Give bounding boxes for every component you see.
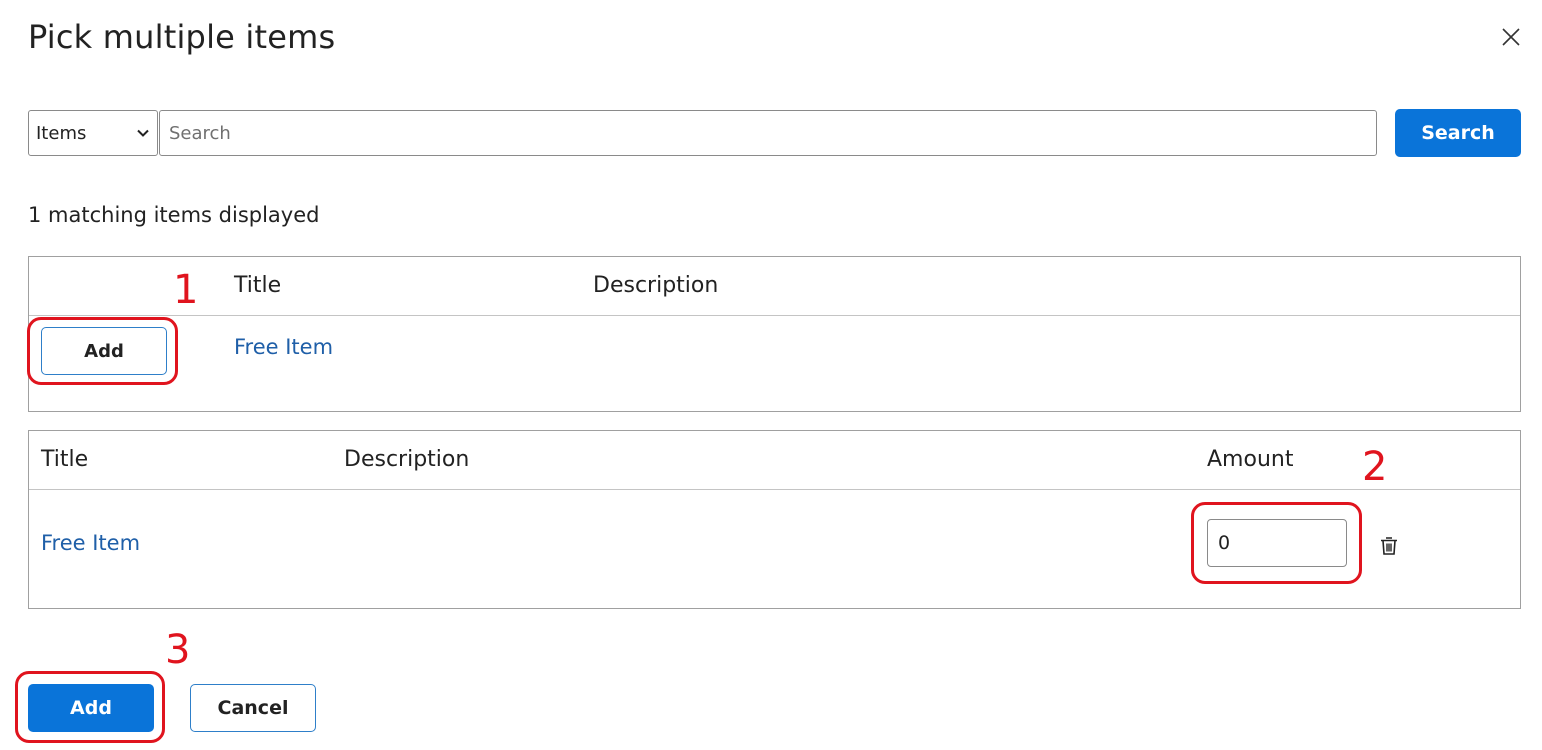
results-col-title: Title — [234, 273, 282, 298]
selected-items-table: Title Description Amount Free Item — [28, 430, 1521, 609]
cancel-button[interactable]: Cancel — [190, 684, 316, 732]
search-button[interactable]: Search — [1395, 109, 1521, 157]
selected-col-title: Title — [41, 447, 89, 472]
amount-input[interactable] — [1207, 519, 1347, 567]
item-type-select[interactable]: Items — [28, 110, 158, 156]
results-col-description: Description — [593, 273, 719, 298]
result-item-link[interactable]: Free Item — [234, 335, 333, 359]
dialog-title: Pick multiple items — [28, 18, 336, 56]
item-type-value: Items — [36, 123, 87, 144]
annotation-number-3: 3 — [165, 627, 191, 673]
selected-col-amount: Amount — [1207, 447, 1294, 472]
add-item-button[interactable]: Add — [41, 327, 167, 375]
chevron-down-icon — [135, 125, 151, 141]
match-count: 1 matching items displayed — [28, 203, 320, 227]
trash-icon[interactable] — [1378, 535, 1400, 557]
annotation-number-2: 2 — [1362, 444, 1388, 490]
results-header-divider — [29, 315, 1520, 316]
results-table: Title Description Add Free Item — [28, 256, 1521, 412]
annotation-number-1: 1 — [173, 267, 199, 313]
selected-col-description: Description — [344, 447, 470, 472]
selected-item-link[interactable]: Free Item — [41, 531, 140, 555]
close-icon[interactable] — [1499, 25, 1523, 49]
selected-header-divider — [29, 489, 1520, 490]
search-input[interactable] — [159, 110, 1377, 156]
add-button[interactable]: Add — [28, 684, 154, 732]
